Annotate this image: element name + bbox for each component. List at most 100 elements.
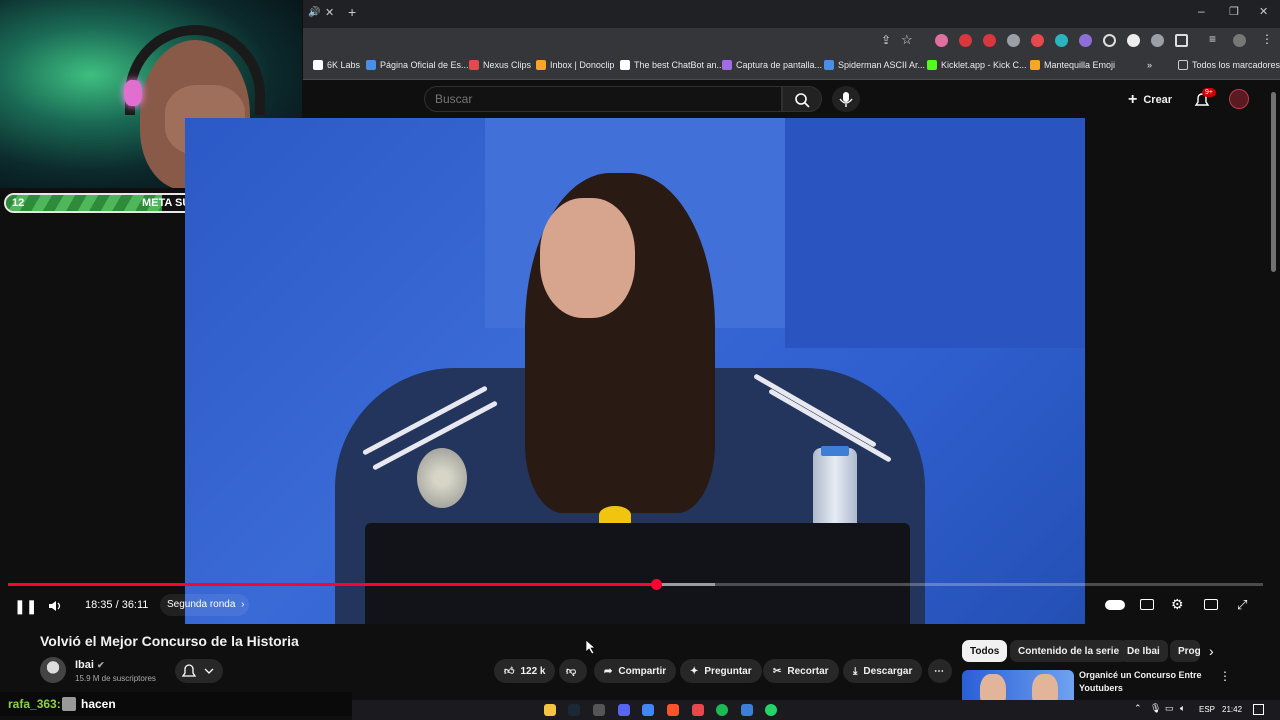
network-icon[interactable]: ▭	[1165, 703, 1174, 714]
restore-icon[interactable]: ❐	[1229, 5, 1239, 18]
adblock-icon[interactable]	[983, 34, 996, 47]
all-bookmarks[interactable]: Todos los marcadores	[1178, 60, 1280, 70]
more-actions-button[interactable]: ⋯	[928, 659, 952, 683]
voice-search-button[interactable]	[832, 86, 860, 112]
podium	[365, 523, 910, 624]
extension-icon[interactable]	[935, 34, 948, 47]
chips-next-icon[interactable]: ›	[1209, 643, 1214, 659]
speaker-icon[interactable]: 🔈︎	[1180, 703, 1185, 714]
extension-icon[interactable]	[1007, 34, 1020, 47]
bookmark-item[interactable]: Captura de pantalla...	[722, 60, 822, 70]
channel-name[interactable]: Ibai ✔	[75, 659, 105, 671]
extension-icon[interactable]	[1079, 34, 1092, 47]
seek-handle[interactable]	[650, 579, 662, 590]
bookmark-item[interactable]: Mantequilla Emoji	[1030, 60, 1115, 70]
discord-icon[interactable]	[618, 704, 630, 716]
extensions-puzzle-icon[interactable]	[1175, 34, 1188, 47]
page-scrollbar[interactable]	[1271, 92, 1276, 272]
chat-message: hacen	[81, 697, 116, 711]
like-button[interactable]: 👍︎ 122 k	[494, 659, 556, 683]
chip-from-channel[interactable]: De Ibai	[1119, 640, 1168, 662]
tab-close-icon[interactable]: ✕	[325, 6, 334, 19]
chip-label: De Ibai	[1127, 645, 1160, 657]
related-menu-icon[interactable]: ⋮	[1219, 669, 1231, 683]
download-button[interactable]: ⤓ Descargar	[843, 659, 923, 683]
sub-goal-current: 12	[12, 197, 25, 209]
minimize-icon[interactable]: –	[1198, 4, 1205, 18]
extension-icon[interactable]	[1151, 34, 1164, 47]
media-controls-icon[interactable]: ≡	[1209, 32, 1216, 46]
fullscreen-icon[interactable]: ⤢	[1237, 597, 1247, 613]
bookmark-item[interactable]: The best ChatBot an...	[620, 60, 724, 70]
bookmark-icon	[824, 60, 834, 70]
bookmark-label: Mantequilla Emoji	[1044, 60, 1116, 70]
related-title[interactable]: Organicé un Concurso Entre Youtubers	[1079, 669, 1209, 695]
chapter-button[interactable]: Segunda ronda ›	[160, 594, 250, 616]
app-icon[interactable]	[741, 704, 753, 716]
bookmark-star-icon[interactable]: ☆	[901, 32, 913, 48]
app-icon[interactable]	[692, 704, 704, 716]
bookmark-label: Captura de pantalla...	[736, 60, 823, 70]
settings-gear-icon[interactable]: ⚙	[1171, 596, 1184, 613]
profile-avatar[interactable]	[1233, 34, 1246, 47]
whatsapp-icon[interactable]	[765, 704, 777, 716]
share-button[interactable]: ➦ Compartir	[594, 659, 677, 683]
autoplay-toggle[interactable]	[1105, 600, 1125, 610]
contestant-face	[540, 198, 635, 318]
extension-icon[interactable]	[1031, 34, 1044, 47]
subscription-bell-button[interactable]	[175, 659, 223, 683]
share-label: Compartir	[618, 665, 667, 677]
tray-overflow-icon[interactable]: ⌃	[1134, 703, 1142, 714]
microphone-tray-icon[interactable]: 🎙︎	[1150, 703, 1161, 714]
search-box[interactable]	[424, 86, 782, 112]
file-explorer-icon[interactable]	[544, 704, 556, 716]
bookmark-item[interactable]: Nexus Clips	[469, 60, 531, 70]
seek-bar[interactable]	[8, 579, 1263, 590]
dislike-button[interactable]: 👎︎	[559, 659, 587, 683]
install-app-icon[interactable]: ⇪	[881, 33, 891, 47]
bookmark-item[interactable]: Inbox | Donoclip	[536, 60, 614, 70]
account-avatar[interactable]	[1229, 89, 1249, 109]
clock[interactable]: 21:42	[1222, 705, 1242, 714]
extension-icon[interactable]	[1127, 34, 1140, 47]
app-icon[interactable]	[593, 704, 605, 716]
notifications-button[interactable]: 9+	[1192, 88, 1216, 114]
chip-series[interactable]: Contenido de la serie	[1010, 640, 1128, 662]
tab-audio-icon[interactable]: 🔊	[308, 7, 320, 18]
bookmark-item[interactable]: 6K Labs	[313, 60, 360, 70]
translate-icon[interactable]	[1055, 34, 1068, 47]
theater-mode-icon[interactable]	[1204, 599, 1218, 610]
clip-label: Recortar	[787, 665, 829, 677]
chrome-icon[interactable]	[642, 704, 654, 716]
extension-icon[interactable]	[1103, 34, 1116, 47]
volume-icon[interactable]	[47, 598, 63, 614]
bookmark-item[interactable]: Kicklet.app - Kick C...	[927, 60, 1027, 70]
search-button[interactable]	[782, 86, 822, 112]
brave-icon[interactable]	[667, 704, 679, 716]
water-bottle	[813, 448, 857, 528]
video-frame[interactable]	[185, 118, 1085, 624]
chip-more[interactable]: Prog	[1170, 640, 1200, 662]
search-input[interactable]	[425, 87, 781, 111]
create-button[interactable]: + Crear	[1128, 91, 1172, 109]
subtitles-icon[interactable]	[1140, 599, 1154, 610]
bookmark-item[interactable]: Página Oficial de Es...	[366, 60, 469, 70]
ask-button[interactable]: ✦ Preguntar	[680, 659, 762, 683]
bookmarks-overflow-icon[interactable]: »	[1147, 60, 1152, 70]
notification-center-icon[interactable]	[1253, 704, 1264, 715]
clip-button[interactable]: ✂ Recortar	[763, 659, 839, 683]
download-label: Descargar	[863, 665, 913, 677]
channel-avatar[interactable]	[40, 657, 66, 683]
new-tab-icon[interactable]: +	[348, 4, 356, 20]
bookmark-item[interactable]: Spiderman ASCII Ar...	[824, 60, 925, 70]
thumbs-down-icon: 👎︎	[566, 666, 577, 677]
pause-icon[interactable]: ❚❚	[14, 598, 37, 615]
chip-todos[interactable]: Todos	[962, 640, 1008, 662]
extension-icon[interactable]	[959, 34, 972, 47]
spotify-icon[interactable]	[716, 704, 728, 716]
mouse-cursor-icon	[586, 640, 596, 654]
close-window-icon[interactable]: ✕	[1259, 5, 1268, 18]
input-language[interactable]: ESP	[1199, 705, 1215, 714]
browser-menu-icon[interactable]: ⋮	[1261, 32, 1273, 46]
steam-icon[interactable]	[568, 704, 580, 716]
